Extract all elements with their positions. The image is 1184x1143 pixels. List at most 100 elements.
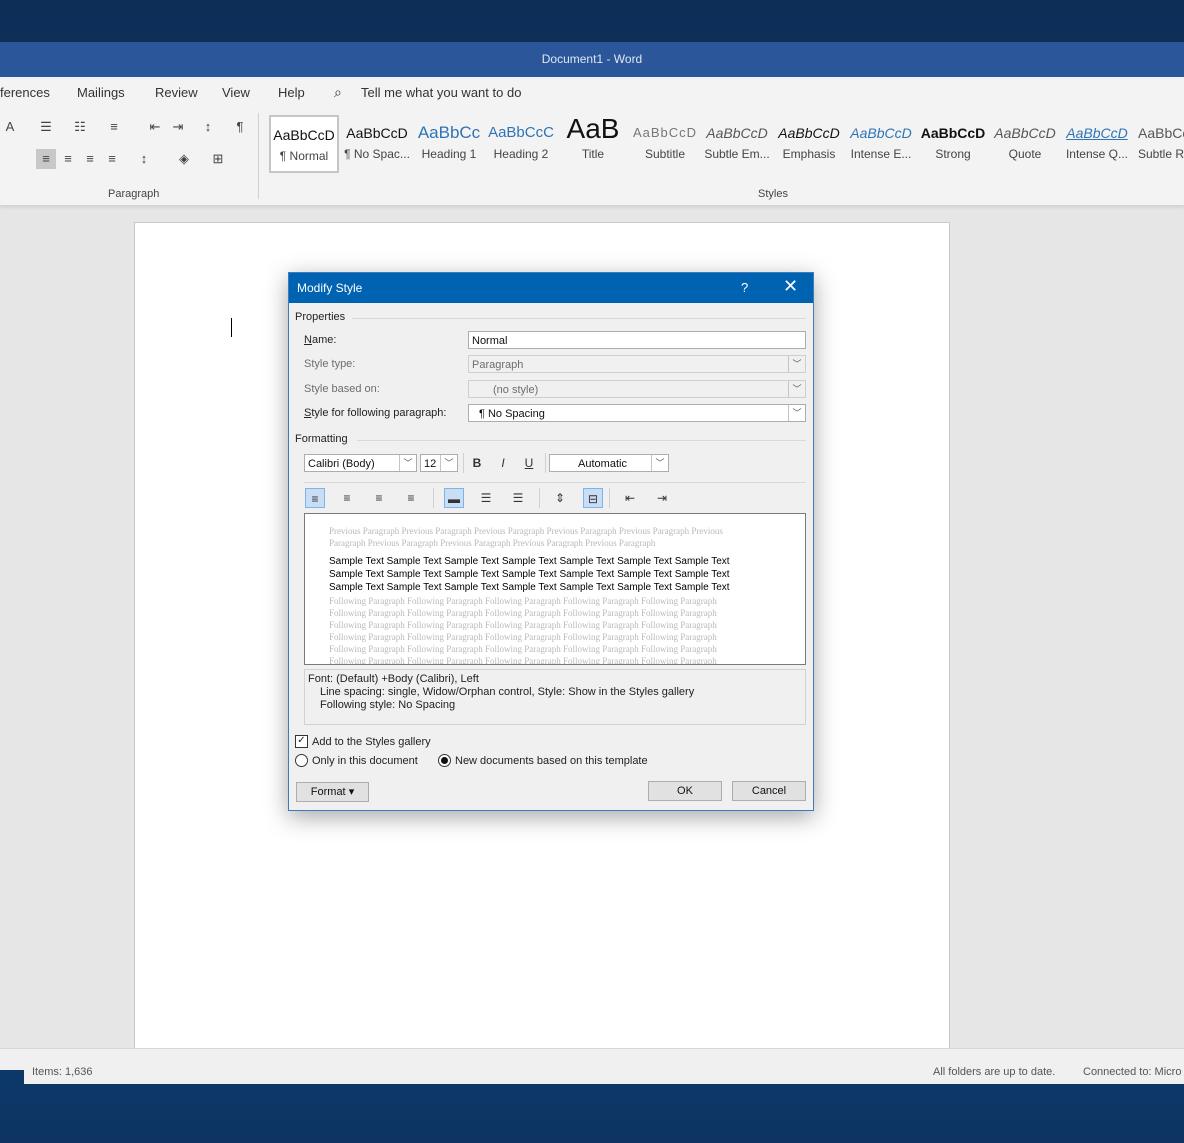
- increase-paragraph-spacing-icon[interactable]: ⇕: [550, 488, 570, 508]
- description-line: Line spacing: single, Widow/Orphan contr…: [320, 686, 695, 698]
- shading-icon[interactable]: ◈: [174, 149, 194, 169]
- sort-icon[interactable]: ↕: [198, 117, 218, 137]
- new-documents-radio[interactable]: [438, 754, 451, 767]
- following-line: Following Paragraph Following Paragraph …: [329, 608, 717, 618]
- borders-icon[interactable]: ⊞: [208, 149, 228, 169]
- one-half-spacing-icon[interactable]: ☰: [476, 488, 496, 508]
- following-line: Following Paragraph Following Paragraph …: [329, 632, 717, 642]
- align-left-icon[interactable]: ≡: [36, 149, 56, 169]
- font-color-select[interactable]: Automatic ﹀: [549, 454, 669, 472]
- justify-icon[interactable]: ≡: [102, 149, 122, 169]
- style-strong[interactable]: AaBbCcD Strong: [918, 115, 988, 173]
- style-normal[interactable]: AaBbCcD ¶ Normal: [269, 115, 339, 173]
- justify-icon[interactable]: ≡: [401, 488, 421, 508]
- based-on-label: Style based on:: [304, 383, 380, 395]
- preview-sample-text: Sample Text Sample Text Sample Text Samp…: [329, 555, 759, 594]
- close-icon[interactable]: ✕: [783, 276, 798, 297]
- menu-review[interactable]: Review: [155, 85, 198, 100]
- italic-button[interactable]: I: [493, 453, 513, 473]
- style-preview: AaBbCcD: [273, 127, 335, 143]
- align-left-icon[interactable]: ≡: [305, 488, 325, 508]
- increase-indent-icon[interactable]: ⇥: [652, 488, 672, 508]
- cancel-button[interactable]: Cancel: [732, 781, 806, 801]
- style-name: Emphasis: [782, 147, 836, 161]
- based-on-select[interactable]: (no style) ﹀: [468, 380, 806, 398]
- tell-me-box[interactable]: Tell me what you want to do: [361, 85, 521, 100]
- align-right-icon[interactable]: ≡: [80, 149, 100, 169]
- style-preview: AaBbCcD: [632, 125, 698, 140]
- name-input[interactable]: Normal: [468, 331, 806, 349]
- chevron-down-icon: ﹀: [399, 455, 416, 471]
- style-type-value: Paragraph: [472, 359, 524, 371]
- style-preview: AaBbCcD: [346, 125, 408, 141]
- bold-button[interactable]: B: [467, 453, 487, 473]
- single-spacing-icon[interactable]: ▬: [444, 488, 464, 508]
- following-line: Following Paragraph Following Paragraph …: [329, 620, 717, 630]
- bullets-icon[interactable]: ☰: [36, 117, 56, 137]
- chevron-down-icon: ﹀: [440, 455, 457, 471]
- style-quote[interactable]: AaBbCcD Quote: [990, 115, 1060, 173]
- paragraph-group-label: Paragraph: [108, 188, 160, 200]
- lightbulb-search-icon[interactable]: ⌕: [334, 84, 342, 101]
- style-name: Subtle Em...: [704, 147, 770, 161]
- style-intense-quote[interactable]: AaBbCcD Intense Q...: [1062, 115, 1132, 173]
- text-cursor: [231, 318, 232, 337]
- style-preview: AaB: [566, 115, 620, 144]
- add-to-gallery-checkbox[interactable]: ✓: [295, 735, 308, 748]
- double-spacing-icon[interactable]: ☰: [508, 488, 528, 508]
- description-line: Font: (Default) +Body (Calibri), Left: [308, 673, 479, 685]
- menu-references[interactable]: ferences: [0, 85, 50, 100]
- align-center-icon[interactable]: ≡: [58, 149, 78, 169]
- align-center-icon[interactable]: ≡: [337, 488, 357, 508]
- style-preview: AaBbCcD: [1066, 125, 1128, 141]
- style-preview: AaBbCc: [417, 123, 481, 142]
- style-type-select[interactable]: Paragraph ﹀: [468, 355, 806, 373]
- style-no-spacing[interactable]: AaBbCcD ¶ No Spac...: [342, 115, 412, 173]
- help-button[interactable]: ?: [741, 280, 748, 295]
- decrease-indent-icon[interactable]: ⇤: [145, 117, 165, 137]
- style-intense-emphasis[interactable]: AaBbCcD Intense E...: [846, 115, 916, 173]
- style-preview: AaBbCcD: [850, 125, 912, 141]
- style-subtitle[interactable]: AaBbCcD Subtitle: [630, 115, 700, 173]
- following-paragraph-select[interactable]: ¶ No Spacing ﹀: [468, 404, 806, 422]
- style-heading-2[interactable]: AaBbCcC Heading 2: [486, 115, 556, 173]
- clear-format-icon[interactable]: A: [0, 117, 20, 137]
- sample-line: Sample Text Sample Text Sample Text Samp…: [329, 556, 730, 567]
- menu-help[interactable]: Help: [278, 85, 305, 100]
- decrease-indent-icon[interactable]: ⇤: [620, 488, 640, 508]
- style-title[interactable]: AaB Title: [558, 115, 628, 173]
- menu-mailings[interactable]: Mailings: [77, 85, 125, 100]
- following-line: Following Paragraph Following Paragraph …: [329, 596, 717, 606]
- line-spacing-icon[interactable]: ↕: [134, 149, 154, 169]
- divider: [304, 482, 806, 483]
- decrease-paragraph-spacing-icon[interactable]: ⊟: [583, 488, 603, 508]
- style-preview: AaBbCcD: [1138, 125, 1184, 141]
- menu-bar: ferences Mailings Review View Help ⌕ Tel…: [0, 77, 1184, 109]
- chevron-down-icon: ﹀: [651, 455, 668, 471]
- numbering-icon[interactable]: ☷: [70, 117, 90, 137]
- ok-button[interactable]: OK: [648, 781, 722, 801]
- format-button[interactable]: Format ▾: [296, 782, 369, 802]
- style-subtle-emphasis[interactable]: AaBbCcD Subtle Em...: [702, 115, 772, 173]
- underline-button[interactable]: U: [519, 453, 539, 473]
- font-size-select[interactable]: 12 ﹀: [420, 454, 458, 472]
- align-right-icon[interactable]: ≡: [369, 488, 389, 508]
- style-preview: AaBbCcD: [920, 125, 986, 141]
- style-name: ¶ Normal: [279, 149, 329, 163]
- menu-view[interactable]: View: [222, 85, 250, 100]
- only-this-document-radio[interactable]: [295, 754, 308, 767]
- preview-following-paragraph: Following Paragraph Following Paragraph …: [329, 595, 749, 664]
- style-subtle-reference[interactable]: AaBbCcD Subtle Re: [1134, 115, 1184, 173]
- show-formatting-icon[interactable]: ¶: [230, 117, 250, 137]
- following-paragraph-label: Style for following paragraph:: [304, 407, 447, 419]
- style-preview: AaBbCcD: [706, 125, 768, 141]
- multilevel-list-icon[interactable]: ≡: [104, 117, 124, 137]
- style-name: Title: [581, 147, 605, 161]
- increase-indent-icon[interactable]: ⇥: [168, 117, 188, 137]
- chevron-down-icon: ﹀: [788, 381, 805, 397]
- style-emphasis[interactable]: AaBbCcD Emphasis: [774, 115, 844, 173]
- font-select[interactable]: Calibri (Body) ﹀: [304, 454, 417, 472]
- style-heading-1[interactable]: AaBbCc Heading 1: [414, 115, 484, 173]
- font-value: Calibri (Body): [308, 458, 375, 470]
- new-documents-label: New documents based on this template: [455, 755, 648, 767]
